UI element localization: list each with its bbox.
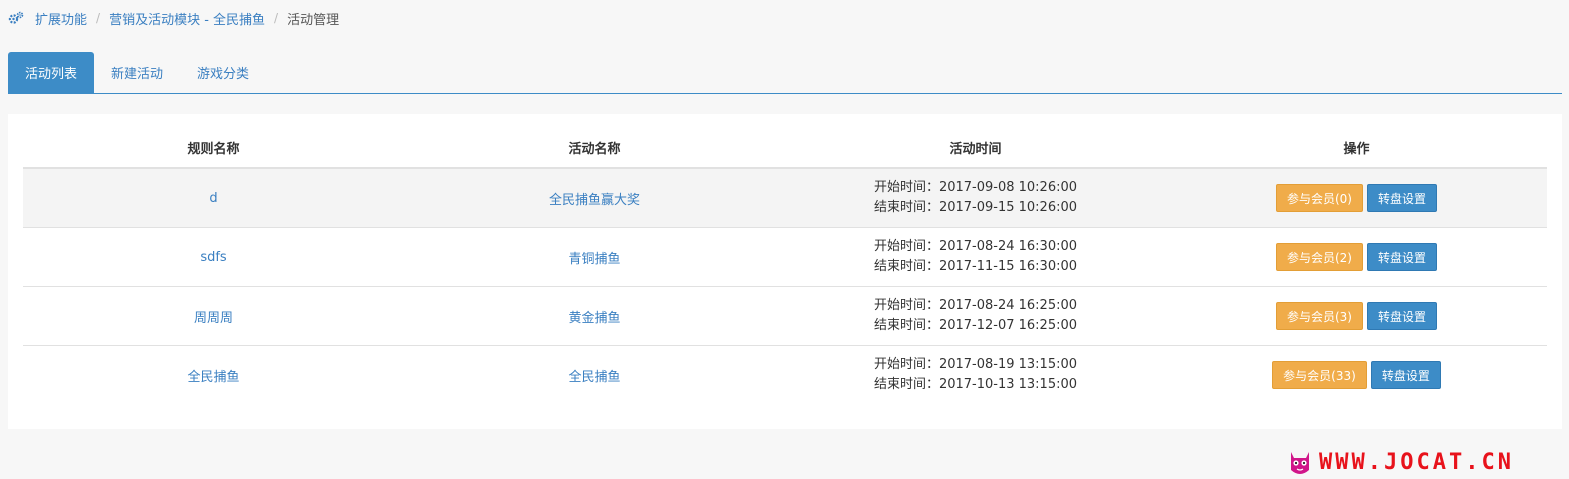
end-time: 结束时间：2017-09-15 10:26:00 [873,200,1078,215]
activity-name-link[interactable]: 黄金捕鱼 [568,311,620,326]
table-row: 周周周 黄金捕鱼 开始时间：2017-08-24 16:25:00 结束时间：2… [23,286,1547,346]
end-time: 结束时间：2017-11-15 16:30:00 [873,259,1078,274]
activity-time-cell: 开始时间：2017-08-24 16:30:00 结束时间：2017-11-15… [785,227,1166,287]
members-button[interactable]: 参与会员(2) [1275,243,1363,271]
breadcrumb-separator: / [96,11,101,25]
rule-name-cell: sdfs [23,227,404,287]
header-activity-name: 活动名称 [404,128,785,169]
wheel-settings-button[interactable]: 转盘设置 [1370,361,1441,389]
rule-name-link[interactable]: 全民捕鱼 [187,370,239,385]
start-time: 开始时间：2017-08-19 13:15:00 [873,357,1078,372]
wheel-settings-button[interactable]: 转盘设置 [1366,302,1437,330]
watermark: WWW.JOCAT.CN [1287,446,1514,478]
rule-name-cell: d [23,168,404,228]
tab-bar: 活动列表 新建活动 游戏分类 [8,52,1562,94]
watermark-text: WWW.JOCAT.CN [1319,449,1514,475]
members-button[interactable]: 参与会员(33) [1272,361,1367,389]
rule-name-cell: 全民捕鱼 [23,346,404,405]
tab-activity-list[interactable]: 活动列表 [8,52,95,93]
table-row: sdfs 青铜捕鱼 开始时间：2017-08-24 16:30:00 结束时间：… [23,227,1547,287]
breadcrumb-activity-management: 活动管理 [287,12,340,28]
start-time: 开始时间：2017-08-24 16:30:00 [873,239,1078,254]
table-row: 全民捕鱼 全民捕鱼 开始时间：2017-08-19 13:15:00 结束时间：… [23,346,1547,405]
rule-name-link[interactable]: d [209,191,217,206]
activity-name-cell: 全民捕鱼 [404,346,785,405]
members-button[interactable]: 参与会员(3) [1275,302,1363,330]
activity-time-cell: 开始时间：2017-09-08 10:26:00 结束时间：2017-09-15… [785,168,1166,228]
activity-name-link[interactable]: 全民捕鱼 [568,370,620,385]
breadcrumb-extensions[interactable]: 扩展功能 [35,9,87,28]
activity-name-cell: 黄金捕鱼 [404,286,785,346]
activity-time-cell: 开始时间：2017-08-24 16:25:00 结束时间：2017-12-07… [785,286,1166,346]
activity-name-link[interactable]: 全民捕鱼赢大奖 [549,193,640,208]
actions-cell: 参与会员(2) 转盘设置 [1166,227,1547,287]
header-actions: 操作 [1166,128,1547,169]
activity-table-panel: 规则名称 活动名称 活动时间 操作 d 全民捕鱼赢大奖 开始时间：2017-09… [8,114,1562,429]
breadcrumb-separator: / [274,11,279,25]
tab-game-category[interactable]: 游戏分类 [180,52,266,93]
rule-name-link[interactable]: sdfs [200,250,226,265]
rule-name-cell: 周周周 [23,286,404,346]
activity-time-cell: 开始时间：2017-08-19 13:15:00 结束时间：2017-10-13… [785,346,1166,405]
activity-name-cell: 青铜捕鱼 [404,227,785,287]
actions-cell: 参与会员(0) 转盘设置 [1166,168,1547,228]
start-time: 开始时间：2017-09-08 10:26:00 [873,180,1078,195]
actions-cell: 参与会员(33) 转盘设置 [1166,346,1547,405]
table-header-row: 规则名称 活动名称 活动时间 操作 [23,128,1547,169]
wheel-settings-button[interactable]: 转盘设置 [1366,184,1437,212]
breadcrumb-marketing-module[interactable]: 营销及活动模块 - 全民捕鱼 [109,9,265,28]
members-button[interactable]: 参与会员(0) [1275,184,1363,212]
tab-new-activity[interactable]: 新建活动 [94,52,180,93]
header-rule-name: 规则名称 [23,128,404,169]
cogs-icon [8,11,24,24]
activity-table: 规则名称 活动名称 活动时间 操作 d 全民捕鱼赢大奖 开始时间：2017-09… [23,128,1547,404]
actions-cell: 参与会员(3) 转盘设置 [1166,286,1547,346]
breadcrumb: 扩展功能 / 营销及活动模块 - 全民捕鱼 / 活动管理 [8,9,340,28]
table-row: d 全民捕鱼赢大奖 开始时间：2017-09-08 10:26:00 结束时间：… [23,168,1547,228]
rule-name-link[interactable]: 周周周 [194,311,233,326]
activity-name-cell: 全民捕鱼赢大奖 [404,168,785,228]
start-time: 开始时间：2017-08-24 16:25:00 [873,298,1078,313]
wheel-settings-button[interactable]: 转盘设置 [1366,243,1437,271]
end-time: 结束时间：2017-10-13 13:15:00 [873,377,1078,392]
end-time: 结束时间：2017-12-07 16:25:00 [873,318,1078,333]
activity-name-link[interactable]: 青铜捕鱼 [568,252,620,267]
header-activity-time: 活动时间 [785,128,1166,169]
cat-logo-icon [1291,452,1309,474]
